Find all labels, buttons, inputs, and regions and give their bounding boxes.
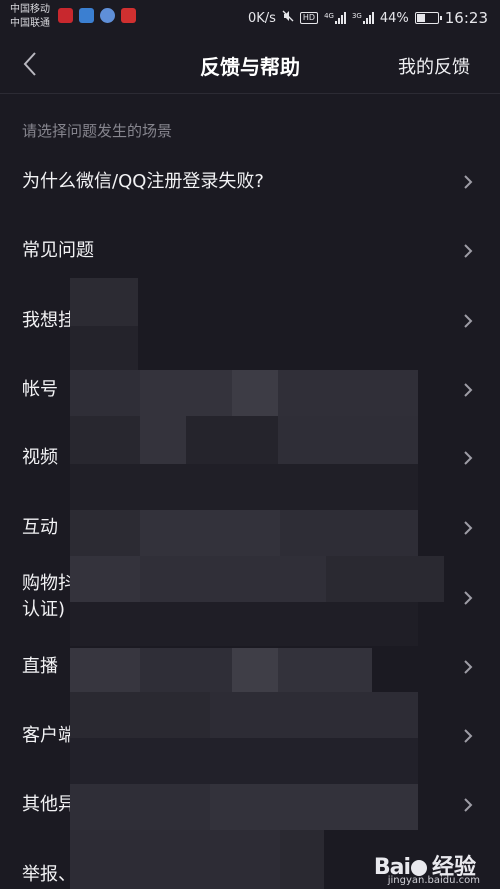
carrier-1: 中国移动 bbox=[10, 4, 50, 15]
nav-bar: 反馈与帮助 我的反馈 bbox=[0, 34, 500, 94]
list-item-label: 直播 bbox=[22, 656, 58, 677]
notification-icons bbox=[58, 8, 136, 23]
status-indicators: 0K/s HD 4G 3G 44% 16:23 bbox=[248, 9, 488, 27]
list-item-shopping[interactable]: 购物抖 认证) bbox=[0, 560, 500, 636]
carrier-2: 中国联通 bbox=[10, 18, 50, 29]
clock: 16:23 bbox=[444, 9, 488, 27]
watermark-url: jingyan.baidu.com bbox=[387, 875, 480, 886]
list-item-other[interactable]: 其他异 bbox=[0, 775, 500, 835]
chevron-right-icon bbox=[462, 313, 474, 329]
list-item-account[interactable]: 帐号 bbox=[0, 360, 500, 420]
list-item-wechat-qq-login[interactable]: 为什么微信/QQ注册登录失败? bbox=[0, 152, 500, 212]
my-feedback-button[interactable]: 我的反馈 bbox=[398, 53, 470, 79]
list-item-label: 举报、 bbox=[22, 864, 76, 885]
list-item-label: 为什么微信/QQ注册登录失败? bbox=[22, 171, 264, 192]
chevron-right-icon bbox=[462, 382, 474, 398]
huawei-app-icon bbox=[121, 8, 136, 23]
list-item-3[interactable]: 我想挂 bbox=[0, 291, 500, 351]
list-item-label: 互动 bbox=[22, 517, 58, 538]
baidu-jingyan-watermark: Bai 经验 jingyan.baidu.com bbox=[374, 849, 480, 886]
chevron-right-icon bbox=[462, 174, 474, 190]
list-item-client[interactable]: 客户端 bbox=[0, 706, 500, 766]
signal-4g-icon: 4G bbox=[324, 12, 346, 24]
battery-percent: 44% bbox=[379, 10, 409, 26]
hd-badge: HD bbox=[299, 12, 319, 24]
list-item-label-line2: 认证) bbox=[22, 599, 66, 620]
chevron-right-icon bbox=[462, 590, 474, 606]
net-speed: 0K/s bbox=[247, 10, 276, 26]
chevron-right-icon bbox=[462, 728, 474, 744]
net-3g-label: 3G bbox=[351, 12, 362, 20]
list-item-label: 常见问题 bbox=[22, 240, 94, 261]
list-item-label: 我想挂 bbox=[22, 310, 76, 331]
section-header: 请选择问题发生的场景 bbox=[22, 122, 173, 140]
list-item-label: 购物抖 bbox=[22, 573, 76, 594]
list-item-label: 视频 bbox=[22, 447, 58, 468]
list-item-live[interactable]: 直播 bbox=[0, 637, 500, 697]
list-item-video[interactable]: 视频 bbox=[0, 428, 500, 488]
browser-app-icon bbox=[100, 8, 115, 23]
list-item-faq[interactable]: 常见问题 bbox=[0, 221, 500, 281]
carrier-names: 中国移动 中国联通 bbox=[10, 3, 50, 31]
chevron-right-icon bbox=[462, 450, 474, 466]
paw-icon bbox=[410, 860, 427, 876]
chevron-right-icon bbox=[462, 659, 474, 675]
chevron-right-icon bbox=[462, 243, 474, 259]
status-bar: 中国移动 中国联通 0K/s HD 4G 3G 44% 16:23 bbox=[0, 0, 500, 34]
list-item-label: 客户端 bbox=[22, 725, 76, 746]
mute-icon bbox=[282, 10, 294, 26]
battery-icon bbox=[414, 12, 442, 24]
battery-fill bbox=[416, 14, 426, 22]
weather-app-icon bbox=[79, 8, 94, 23]
chevron-right-icon bbox=[462, 797, 474, 813]
stock-app-icon bbox=[58, 8, 73, 23]
list-item-label: 帐号 bbox=[22, 379, 58, 400]
list-item-label: 其他异 bbox=[22, 794, 76, 815]
list-item-interaction[interactable]: 互动 bbox=[0, 498, 500, 558]
signal-3g-icon: 3G bbox=[352, 12, 374, 24]
net-4g-label: 4G bbox=[324, 12, 334, 20]
chevron-right-icon bbox=[462, 520, 474, 536]
